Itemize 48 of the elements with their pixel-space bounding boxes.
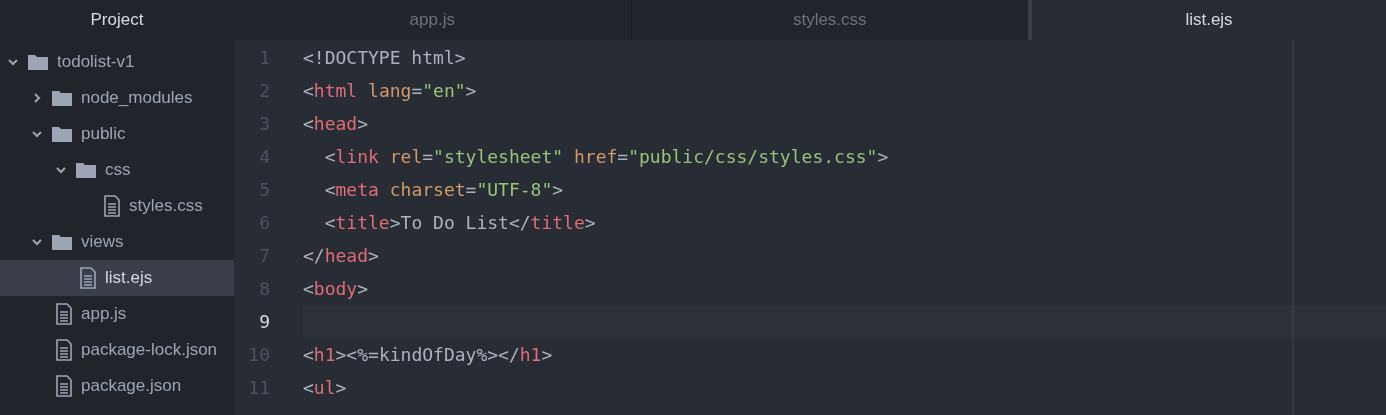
item-label: views xyxy=(81,231,124,254)
code-line: <head> xyxy=(303,112,369,136)
chevron-right-icon[interactable] xyxy=(31,92,43,104)
item-label: package-lock.json xyxy=(81,339,218,362)
chevron-down-icon[interactable] xyxy=(7,56,19,68)
code-line: <body> xyxy=(303,277,369,301)
item-label: list.ejs xyxy=(105,267,153,290)
code-line: <html lang="en"> xyxy=(303,79,477,103)
file-row[interactable]: list.ejs xyxy=(0,260,234,296)
folder-icon xyxy=(51,125,73,143)
folder-icon xyxy=(27,53,49,71)
file-row[interactable]: app.js xyxy=(0,296,234,332)
file-icon xyxy=(55,339,73,361)
folder-row[interactable]: views xyxy=(0,224,234,260)
line-number: 9 xyxy=(258,310,270,334)
item-label: todolist-v1 xyxy=(57,51,135,74)
code-line: </head> xyxy=(303,244,379,268)
folder-icon xyxy=(75,161,97,179)
code-line: <h1><%=kindOfDay%></h1> xyxy=(303,343,553,367)
file-icon xyxy=(103,195,121,217)
folder-icon xyxy=(51,233,73,251)
folder-icon xyxy=(51,89,73,107)
item-label: public xyxy=(81,123,126,146)
code-line: <title>To Do List</title> xyxy=(323,211,596,235)
code-line: <meta charset="UTF-8"> xyxy=(323,178,564,202)
file-icon xyxy=(55,303,73,325)
panel-title: Project xyxy=(90,9,144,32)
item-label: package.json xyxy=(81,375,182,398)
chevron-down-icon[interactable] xyxy=(31,236,43,248)
folder-row[interactable]: todolist-v1 xyxy=(0,44,234,80)
folder-row[interactable]: node_modules xyxy=(0,80,234,116)
item-label: app.js xyxy=(81,303,127,326)
code-line: <!DOCTYPE html> xyxy=(303,46,466,70)
file-row[interactable]: package.json xyxy=(0,368,234,404)
item-label: css xyxy=(105,159,131,182)
chevron-down-icon[interactable] xyxy=(55,164,67,176)
file-tab[interactable]: list.ejs xyxy=(1028,0,1386,40)
chevron-down-icon[interactable] xyxy=(31,128,43,140)
code-line: <ul> xyxy=(303,376,347,400)
item-label: styles.css xyxy=(129,195,203,218)
file-row[interactable]: package-lock.json xyxy=(0,332,234,368)
folder-row[interactable]: public xyxy=(0,116,234,152)
folder-row[interactable]: css xyxy=(0,152,234,188)
item-label: node_modules xyxy=(81,87,193,110)
file-icon xyxy=(79,267,97,289)
file-icon xyxy=(55,375,73,397)
code-line: <link rel="stylesheet" href="public/css/styles.css"> xyxy=(323,145,889,169)
file-row[interactable]: styles.css xyxy=(0,188,234,224)
